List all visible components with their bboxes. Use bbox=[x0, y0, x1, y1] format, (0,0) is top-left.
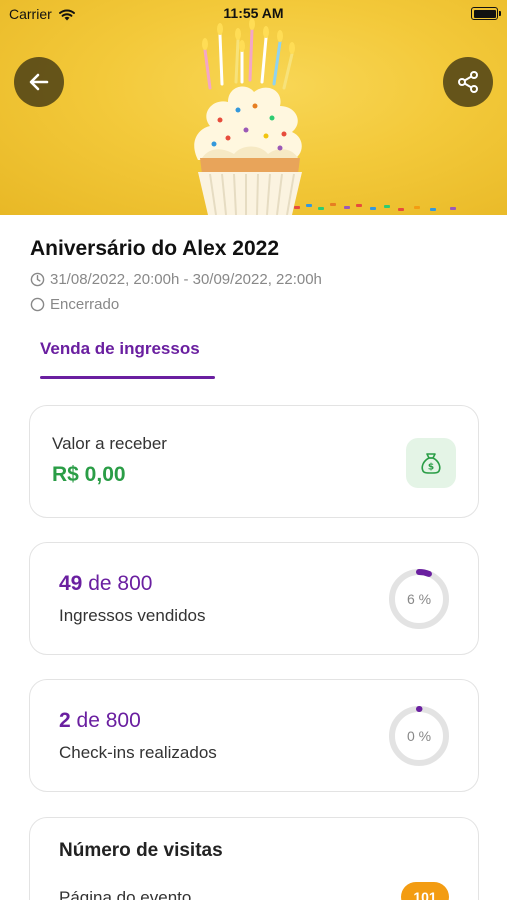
event-status-row: Encerrado bbox=[30, 296, 119, 313]
visits-title: Número de visitas bbox=[59, 840, 223, 861]
cupcake-illustration bbox=[194, 18, 302, 215]
tab-venda-de-ingressos[interactable]: Venda de ingressos bbox=[40, 339, 200, 359]
checkins-percent: 0 % bbox=[406, 728, 432, 744]
tickets-sold-card: 49 de 800 Ingressos vendidos 6 % bbox=[29, 542, 479, 655]
status-time: 11:55 AM bbox=[223, 5, 284, 21]
share-button[interactable] bbox=[443, 57, 493, 107]
event-datetime-row: 31/08/2022, 20:00h - 30/09/2022, 22:00h bbox=[30, 271, 322, 288]
arrow-left-icon bbox=[29, 73, 49, 91]
share-icon bbox=[458, 71, 478, 93]
tickets-sold-label: Ingressos vendidos bbox=[59, 606, 206, 625]
tickets-sold-number: 49 bbox=[59, 572, 83, 595]
svg-text:$: $ bbox=[428, 463, 434, 473]
visit-count-badge: 101 bbox=[401, 882, 449, 900]
back-button[interactable] bbox=[14, 57, 64, 107]
checkins-label: Check-ins realizados bbox=[59, 743, 217, 762]
tickets-sold-total: de 800 bbox=[88, 572, 153, 595]
checkins-total: de 800 bbox=[76, 709, 141, 732]
clock-icon bbox=[30, 272, 45, 287]
event-datetime: 31/08/2022, 20:00h - 30/09/2022, 22:00h bbox=[50, 271, 322, 288]
checkins-number: 2 bbox=[59, 709, 71, 732]
tab-active-indicator bbox=[40, 376, 215, 379]
money-bag-icon: $ bbox=[421, 453, 441, 474]
receive-label: Valor a receber bbox=[52, 434, 167, 453]
tickets-sold-count: 49 de 800 bbox=[59, 572, 152, 596]
receive-card: Valor a receber R$ 0,00 $ bbox=[29, 405, 479, 518]
battery-icon bbox=[471, 7, 501, 20]
visits-card: Número de visitas Página do evento 101 bbox=[29, 817, 479, 900]
visit-row-label: Página do evento bbox=[59, 888, 192, 900]
event-status: Encerrado bbox=[50, 296, 120, 313]
receive-amount: R$ 0,00 bbox=[52, 463, 126, 486]
checkins-card: 2 de 800 Check-ins realizados 0 % bbox=[29, 679, 479, 792]
tickets-sold-percent: 6 % bbox=[406, 591, 432, 607]
money-button[interactable]: $ bbox=[406, 438, 456, 488]
checkins-count: 2 de 800 bbox=[59, 709, 141, 733]
event-cover-image: Carrier 11:55 AM bbox=[0, 0, 507, 215]
status-bar: Carrier 11:55 AM bbox=[0, 0, 507, 28]
event-title: Aniversário do Alex 2022 bbox=[30, 237, 280, 260]
circle-status-icon bbox=[30, 297, 45, 312]
